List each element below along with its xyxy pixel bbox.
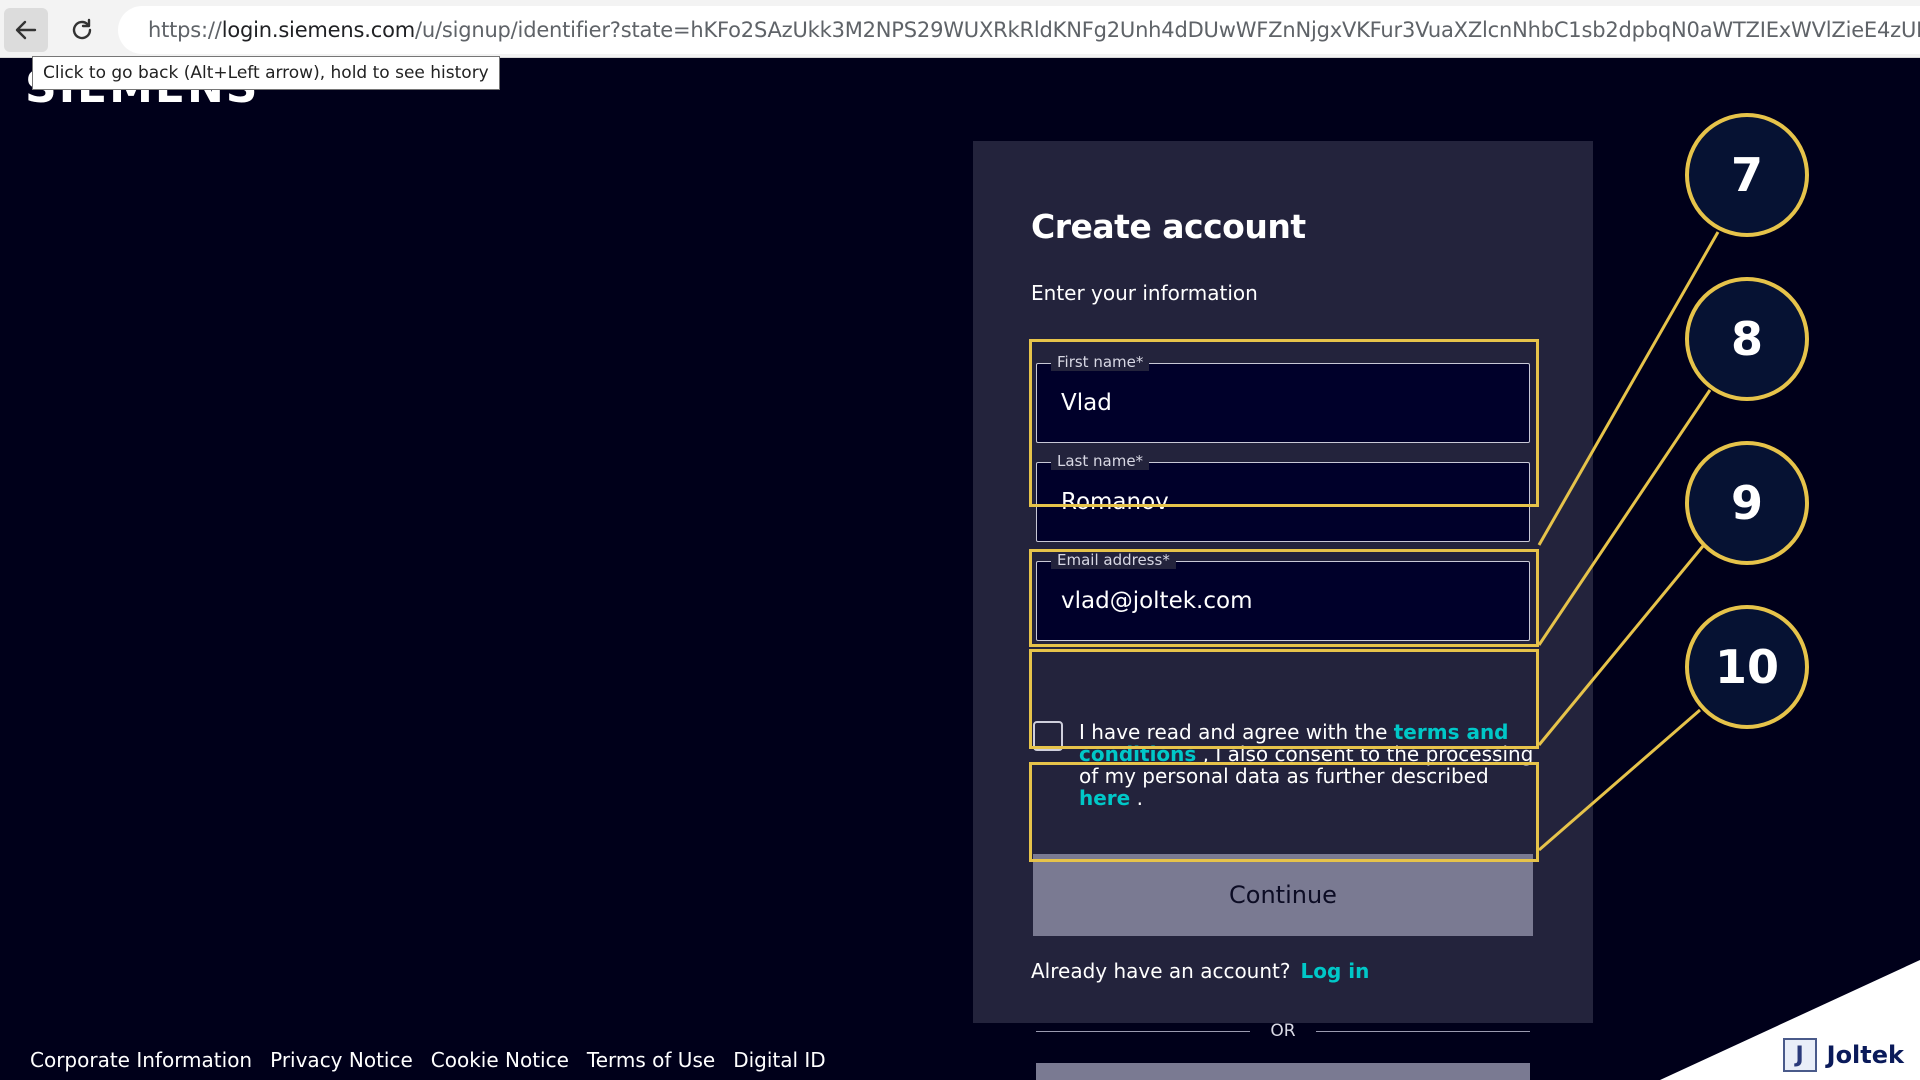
step-badge-8: 8 [1685,277,1809,401]
annotation-connectors [1537,231,1720,852]
step-badge-7: 7 [1685,113,1809,237]
step-badge-10: 10 [1685,605,1809,729]
back-button-tooltip: Click to go back (Alt+Left arrow), hold … [32,56,500,90]
step-badge-9: 9 [1685,441,1809,565]
